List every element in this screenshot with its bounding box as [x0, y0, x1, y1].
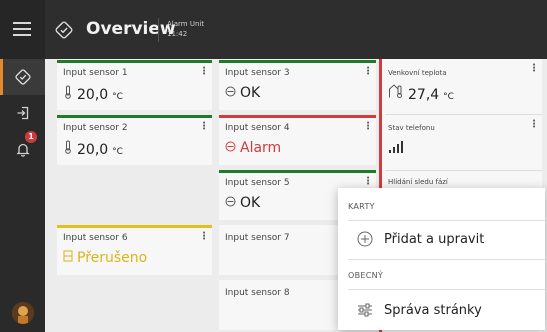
card-title: Input sensor 1 [63, 68, 128, 78]
thermometer-icon [65, 140, 71, 154]
card-value: 27,4 [408, 87, 440, 103]
more-vertical-icon[interactable]: ⋮ [363, 121, 373, 132]
card-value: Přerušeno [77, 250, 148, 266]
page-management-label: Správa stránky [384, 303, 482, 318]
card-input-sensor-3[interactable]: Input sensor 3 ⋮ OK [219, 60, 376, 110]
section-general-label: OBECNÝ [348, 271, 384, 280]
card-empty [57, 170, 212, 220]
card-value-row: OK [225, 195, 260, 211]
card-title: Input sensor 4 [225, 123, 290, 133]
side-rail: 1 [0, 0, 45, 332]
card-value-row: 20,0 °C [63, 140, 123, 158]
card-unit: °C [112, 92, 123, 102]
logout-icon [17, 106, 28, 120]
thermometer-icon [65, 85, 71, 99]
card-title: Hlídání sledu fází [388, 178, 448, 186]
add-edit-label: Přidat a upravit [384, 232, 485, 247]
card-phone-status[interactable]: Stav telefonu ⋮ [382, 115, 542, 170]
overview-icon [55, 21, 73, 39]
card-title: Input sensor 5 [225, 178, 290, 188]
signal-bars-icon [389, 141, 403, 153]
unit-time: 11:42 [167, 30, 188, 38]
section-cards-label: KARTY [348, 202, 375, 211]
header-divider [158, 18, 159, 42]
sliders-icon [358, 303, 372, 317]
card-value: OK [240, 85, 261, 101]
rail-item-overview[interactable] [0, 59, 45, 95]
card-unit: °C [112, 147, 123, 157]
rail-item-logout[interactable] [0, 95, 45, 131]
card-value: 20,0 [77, 87, 109, 103]
card-title: Input sensor 2 [63, 123, 128, 133]
rail-top [0, 0, 45, 59]
card-title: Input sensor 8 [225, 288, 290, 298]
more-vertical-icon[interactable]: ⋮ [529, 63, 539, 74]
card-title: Venkovní teplota [388, 69, 447, 77]
card-value: 20,0 [77, 142, 109, 158]
card-value-row: 20,0 °C [63, 85, 123, 103]
divider [348, 259, 545, 260]
card-title: Input sensor 3 [225, 68, 290, 78]
bell-icon [15, 143, 30, 157]
card-input-sensor-1[interactable]: Input sensor 1 ⋮ 20,0 °C [57, 60, 212, 110]
more-vertical-icon[interactable]: ⋮ [363, 176, 373, 187]
more-vertical-icon[interactable]: ⋮ [199, 231, 209, 242]
more-vertical-icon[interactable]: ⋮ [529, 119, 539, 130]
card-value: OK [240, 195, 261, 211]
card-title: Input sensor 7 [225, 233, 290, 243]
outdoor-thermometer-icon [389, 84, 402, 98]
card-input-sensor-6[interactable]: Input sensor 6 ⋮ Přerušeno [57, 225, 212, 275]
interrupted-icon [63, 250, 73, 262]
card-unit: °C [443, 92, 454, 102]
avatar[interactable] [12, 302, 34, 324]
page-management-menu-item[interactable]: Správa stránky [338, 296, 545, 326]
more-vertical-icon[interactable]: ⋮ [363, 66, 373, 77]
cards-popup-menu: KARTY Přidat a upravit OBECNÝ Správa str… [338, 188, 545, 330]
rail-item-notifications[interactable]: 1 [0, 131, 45, 167]
avatar-image [12, 302, 34, 324]
status-ok-icon [225, 86, 236, 97]
card-value-row: Alarm [225, 140, 281, 156]
status-alarm-icon [225, 141, 236, 152]
menu-icon[interactable] [13, 22, 31, 36]
plus-circle-icon [357, 231, 373, 247]
top-header: Overview Alarm Unit 11:42 [45, 0, 547, 59]
divider [348, 220, 545, 221]
status-ok-icon [225, 196, 236, 207]
card-outdoor-temp[interactable]: Venkovní teplota ⋮ 27,4 °C [382, 59, 542, 114]
card-value-row: OK [225, 85, 260, 101]
card-title: Input sensor 6 [63, 233, 128, 243]
add-edit-menu-item[interactable]: Přidat a upravit [338, 225, 545, 255]
card-input-sensor-2[interactable]: Input sensor 2 ⋮ 20,0 °C [57, 115, 212, 165]
divider [348, 289, 545, 290]
page-title: Overview [86, 19, 176, 39]
card-value-row: Přerušeno [63, 250, 147, 266]
card-value: Alarm [240, 140, 282, 156]
app-root: 1 Overview Alarm Unit 11:42 Input sensor… [0, 0, 547, 332]
more-vertical-icon[interactable]: ⋮ [199, 66, 209, 77]
card-title: Stav telefonu [388, 124, 435, 132]
notification-badge: 1 [25, 131, 37, 143]
unit-name: Alarm Unit [167, 20, 205, 28]
card-input-sensor-4[interactable]: Input sensor 4 ⋮ Alarm [219, 115, 376, 165]
card-value-row: 27,4 °C [388, 83, 454, 103]
overview-icon [14, 69, 31, 85]
more-vertical-icon[interactable]: ⋮ [199, 121, 209, 132]
unit-info: Alarm Unit 11:42 [167, 19, 204, 39]
